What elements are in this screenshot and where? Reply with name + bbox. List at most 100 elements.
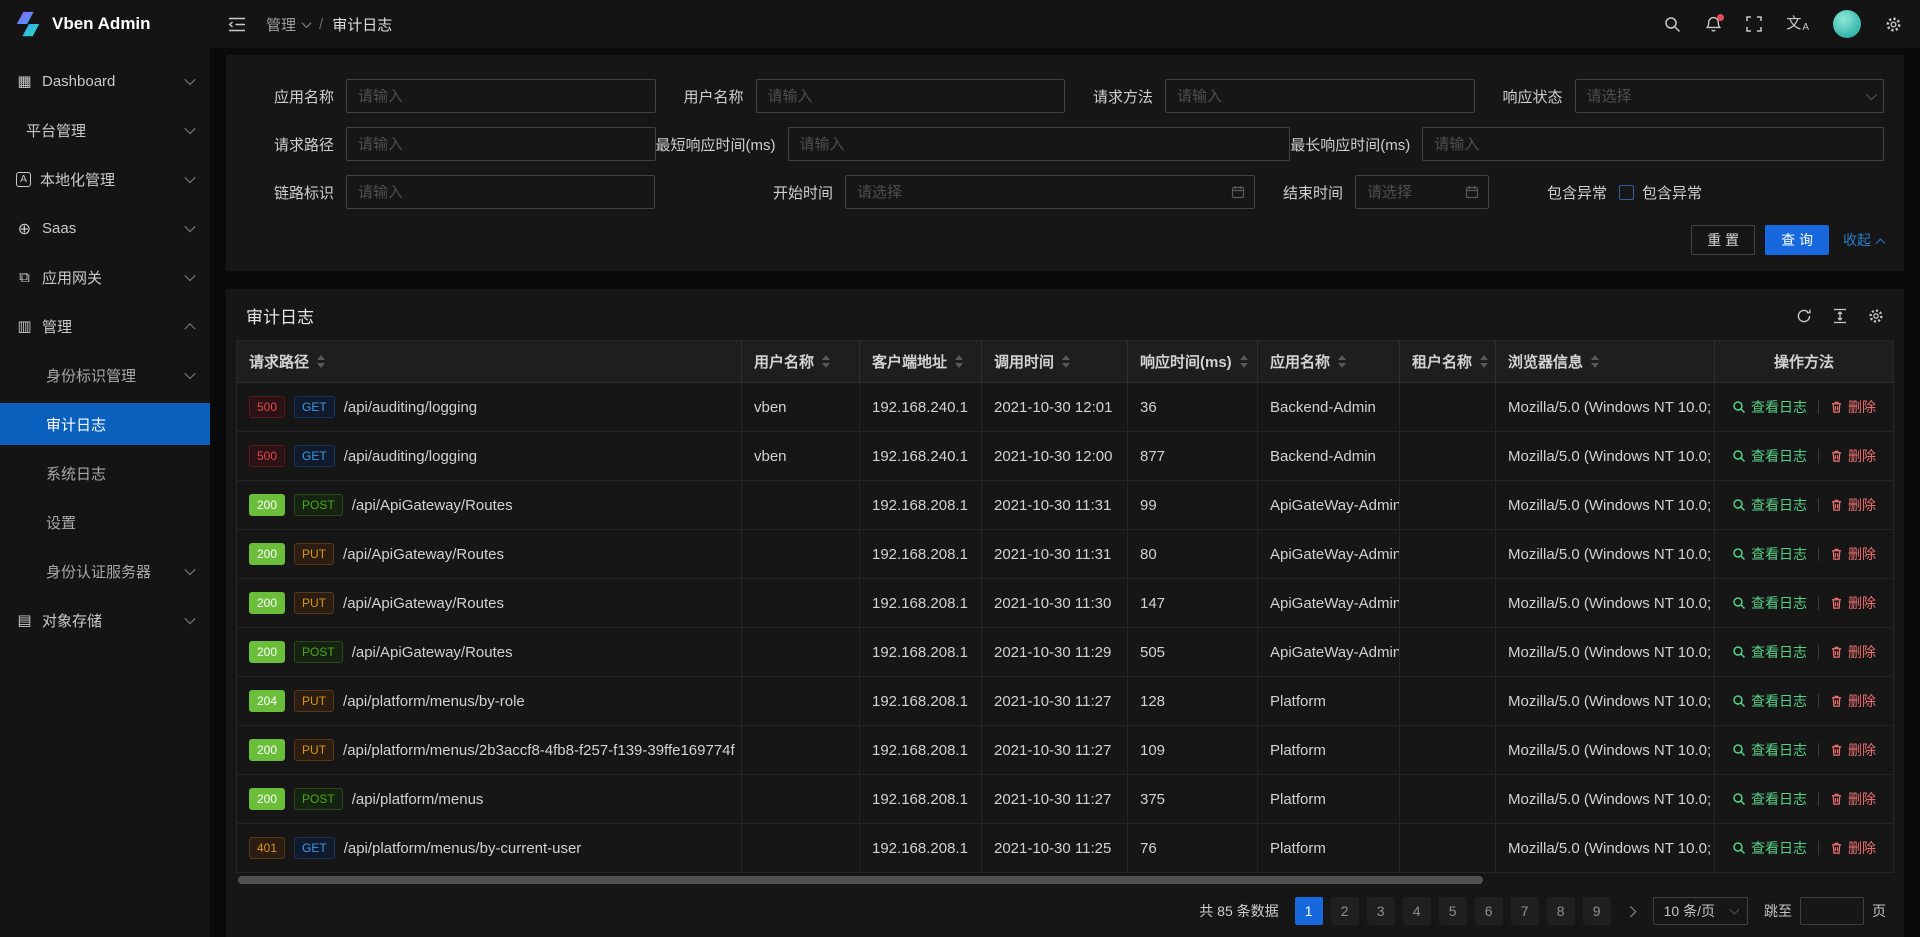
delete-button[interactable]: 删除 — [1830, 446, 1876, 466]
page-button[interactable]: 4 — [1403, 897, 1431, 925]
column-header-client-address[interactable]: 客户端地址 — [860, 341, 982, 383]
min-response-time-input[interactable] — [788, 127, 1291, 161]
column-settings-gear-icon[interactable] — [1868, 308, 1884, 324]
search-icon — [1732, 547, 1746, 561]
cell-client-address: 192.168.208.1 — [860, 677, 982, 726]
sort-icons[interactable] — [1240, 355, 1248, 368]
column-header-request-path[interactable]: 请求路径 — [237, 341, 742, 383]
refresh-icon[interactable] — [1796, 308, 1812, 324]
logo[interactable]: Vben Admin — [0, 0, 210, 48]
sidebar-item[interactable]: 应用网关 — [0, 256, 210, 298]
gear-icon[interactable] — [1885, 16, 1902, 33]
column-header-user-name[interactable]: 用户名称 — [742, 341, 860, 383]
delete-button[interactable]: 删除 — [1830, 593, 1876, 613]
column-header-call-time[interactable]: 调用时间 — [982, 341, 1128, 383]
trace-id-input[interactable] — [346, 175, 655, 209]
delete-button[interactable]: 删除 — [1830, 740, 1876, 760]
sidebar-item[interactable]: 管理 — [0, 305, 210, 347]
column-header-app-name[interactable]: 应用名称 — [1258, 341, 1400, 383]
horizontal-scrollbar[interactable] — [238, 876, 1483, 884]
sidebar-item[interactable]: Dashboard — [0, 60, 210, 102]
sort-icons[interactable] — [1338, 355, 1346, 368]
sort-icons[interactable] — [822, 355, 830, 368]
page-button[interactable]: 1 — [1295, 897, 1323, 925]
trash-icon — [1830, 547, 1843, 561]
search-icon[interactable] — [1664, 16, 1681, 33]
view-log-button[interactable]: 查看日志 — [1732, 495, 1807, 515]
request-method-input[interactable] — [1165, 79, 1475, 113]
view-log-button[interactable]: 查看日志 — [1732, 642, 1807, 662]
page-button[interactable]: 7 — [1511, 897, 1539, 925]
row-height-icon[interactable] — [1832, 308, 1848, 324]
end-time-datepicker[interactable] — [1355, 175, 1489, 209]
delete-button[interactable]: 删除 — [1830, 838, 1876, 858]
table-header-bar: 审计日志 — [236, 289, 1894, 340]
sort-icons[interactable] — [1062, 355, 1070, 368]
fullscreen-icon[interactable] — [1746, 16, 1762, 32]
delete-button[interactable]: 删除 — [1830, 495, 1876, 515]
delete-button[interactable]: 删除 — [1830, 691, 1876, 711]
avatar[interactable] — [1833, 10, 1861, 38]
sort-icons[interactable] — [1480, 355, 1488, 368]
translate-icon[interactable]: 文 A — [1786, 16, 1809, 33]
sidebar-item[interactable]: 系统日志 — [0, 452, 210, 494]
response-status-select[interactable] — [1575, 79, 1885, 113]
view-log-button[interactable]: 查看日志 — [1732, 544, 1807, 564]
column-header-tenant-name[interactable]: 租户名称 — [1400, 341, 1496, 383]
notification-bell-icon[interactable] — [1705, 16, 1722, 33]
sidebar-item[interactable]: 设置 — [0, 501, 210, 543]
sort-icons[interactable] — [1591, 355, 1599, 368]
view-log-button[interactable]: 查看日志 — [1732, 691, 1807, 711]
status-badge: 200 — [249, 543, 285, 565]
sidebar-item[interactable]: 本地化管理 — [0, 158, 210, 200]
column-header-browser-info[interactable]: 浏览器信息 — [1496, 341, 1715, 383]
page-button[interactable]: 6 — [1475, 897, 1503, 925]
page-button[interactable]: 9 — [1583, 897, 1611, 925]
page-button[interactable]: 2 — [1331, 897, 1359, 925]
sidebar-item[interactable]: 平台管理 — [0, 109, 210, 151]
search-icon — [1732, 792, 1746, 806]
delete-button[interactable]: 删除 — [1830, 397, 1876, 417]
view-log-button[interactable]: 查看日志 — [1732, 740, 1807, 760]
topbar: 管理 / 审计日志 — [210, 0, 1920, 48]
has-exception-checkbox[interactable] — [1619, 185, 1634, 200]
view-log-button[interactable]: 查看日志 — [1732, 397, 1807, 417]
request-path-input[interactable] — [346, 127, 656, 161]
column-header-response-time[interactable]: 响应时间(ms) — [1128, 341, 1258, 383]
menu-fold-icon[interactable] — [228, 17, 246, 32]
view-log-button[interactable]: 查看日志 — [1732, 838, 1807, 858]
start-time-datepicker[interactable] — [845, 175, 1255, 209]
page-button[interactable]: 3 — [1367, 897, 1395, 925]
view-log-button[interactable]: 查看日志 — [1732, 789, 1807, 809]
max-response-time-input[interactable] — [1422, 127, 1884, 161]
sidebar-item[interactable]: 对象存储 — [0, 599, 210, 641]
delete-button[interactable]: 删除 — [1830, 789, 1876, 809]
search-button[interactable]: 查 询 — [1765, 225, 1829, 255]
breadcrumb-parent[interactable]: 管理 — [266, 14, 310, 35]
sidebar-item[interactable]: 身份标识管理 — [0, 354, 210, 396]
sidebar-item[interactable]: 身份认证服务器 — [0, 550, 210, 592]
view-log-button[interactable]: 查看日志 — [1732, 593, 1807, 613]
cell-actions: 查看日志 删除 — [1715, 579, 1893, 628]
cell-app-name: ApiGateWay-Admin — [1258, 530, 1400, 579]
sidebar-item[interactable]: Saas — [0, 207, 210, 249]
jump-page-input[interactable] — [1800, 897, 1864, 925]
cell-response-time: 99 — [1128, 481, 1258, 530]
cell-request-path: 500 GET /api/auditing/logging — [237, 383, 742, 432]
sort-icons[interactable] — [955, 355, 963, 368]
reset-button[interactable]: 重 置 — [1691, 225, 1755, 255]
view-log-button[interactable]: 查看日志 — [1732, 446, 1807, 466]
sidebar-item[interactable]: 审计日志 — [0, 403, 210, 445]
delete-button[interactable]: 删除 — [1830, 544, 1876, 564]
collapse-link[interactable]: 收起 — [1843, 230, 1884, 250]
page-size-select[interactable]: 10 条/页 — [1653, 897, 1748, 925]
sort-icons[interactable] — [317, 355, 325, 368]
page-button[interactable]: 8 — [1547, 897, 1575, 925]
next-page-button[interactable] — [1619, 897, 1641, 925]
user-name-input[interactable] — [756, 79, 1066, 113]
chevron-icon — [184, 564, 195, 575]
sidebar-item-label: Saas — [42, 220, 186, 237]
page-button[interactable]: 5 — [1439, 897, 1467, 925]
app-name-input[interactable] — [346, 79, 656, 113]
delete-button[interactable]: 删除 — [1830, 642, 1876, 662]
